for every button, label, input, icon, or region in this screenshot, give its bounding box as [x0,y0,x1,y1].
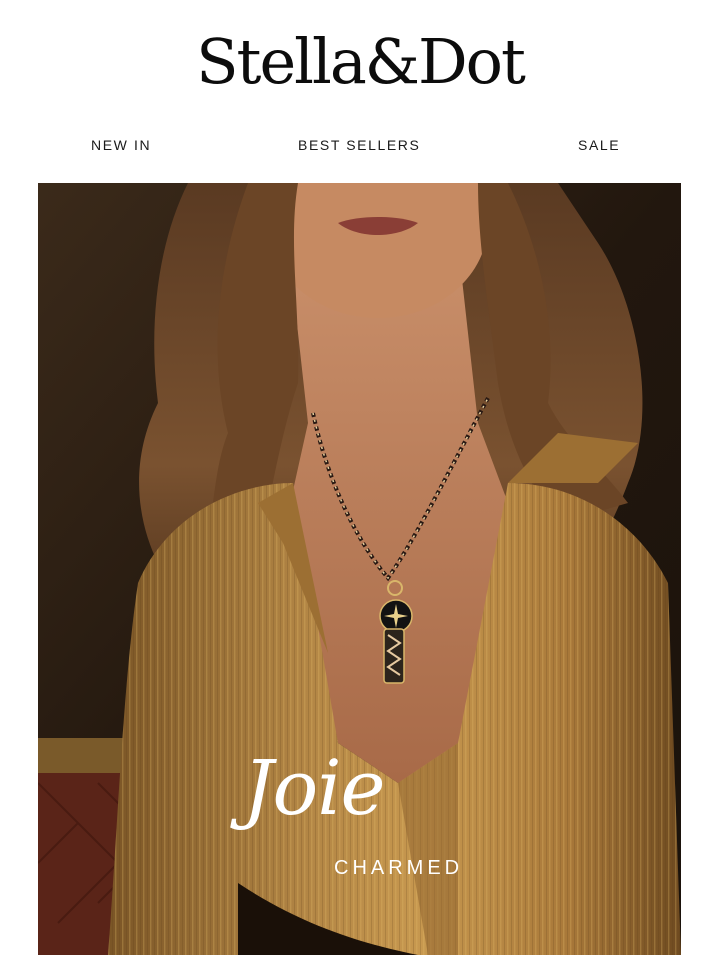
email-header: Stella&Dot NEW IN BEST SELLERS SALE [0,0,720,153]
nav-link-new-in[interactable]: NEW IN [91,133,151,157]
hero-title: Joie [243,743,386,832]
hero-subtitle: CHARMED [334,857,464,879]
nav-link-sale[interactable]: SALE [578,133,620,157]
main-nav: NEW IN BEST SELLERS SALE [0,133,720,157]
hero-banner[interactable]: Joie CHARMED [38,183,681,955]
nav-link-best-sellers[interactable]: BEST SELLERS [298,133,420,157]
brand-logo[interactable]: Stella&Dot [0,22,720,102]
hero-photo [38,183,681,955]
